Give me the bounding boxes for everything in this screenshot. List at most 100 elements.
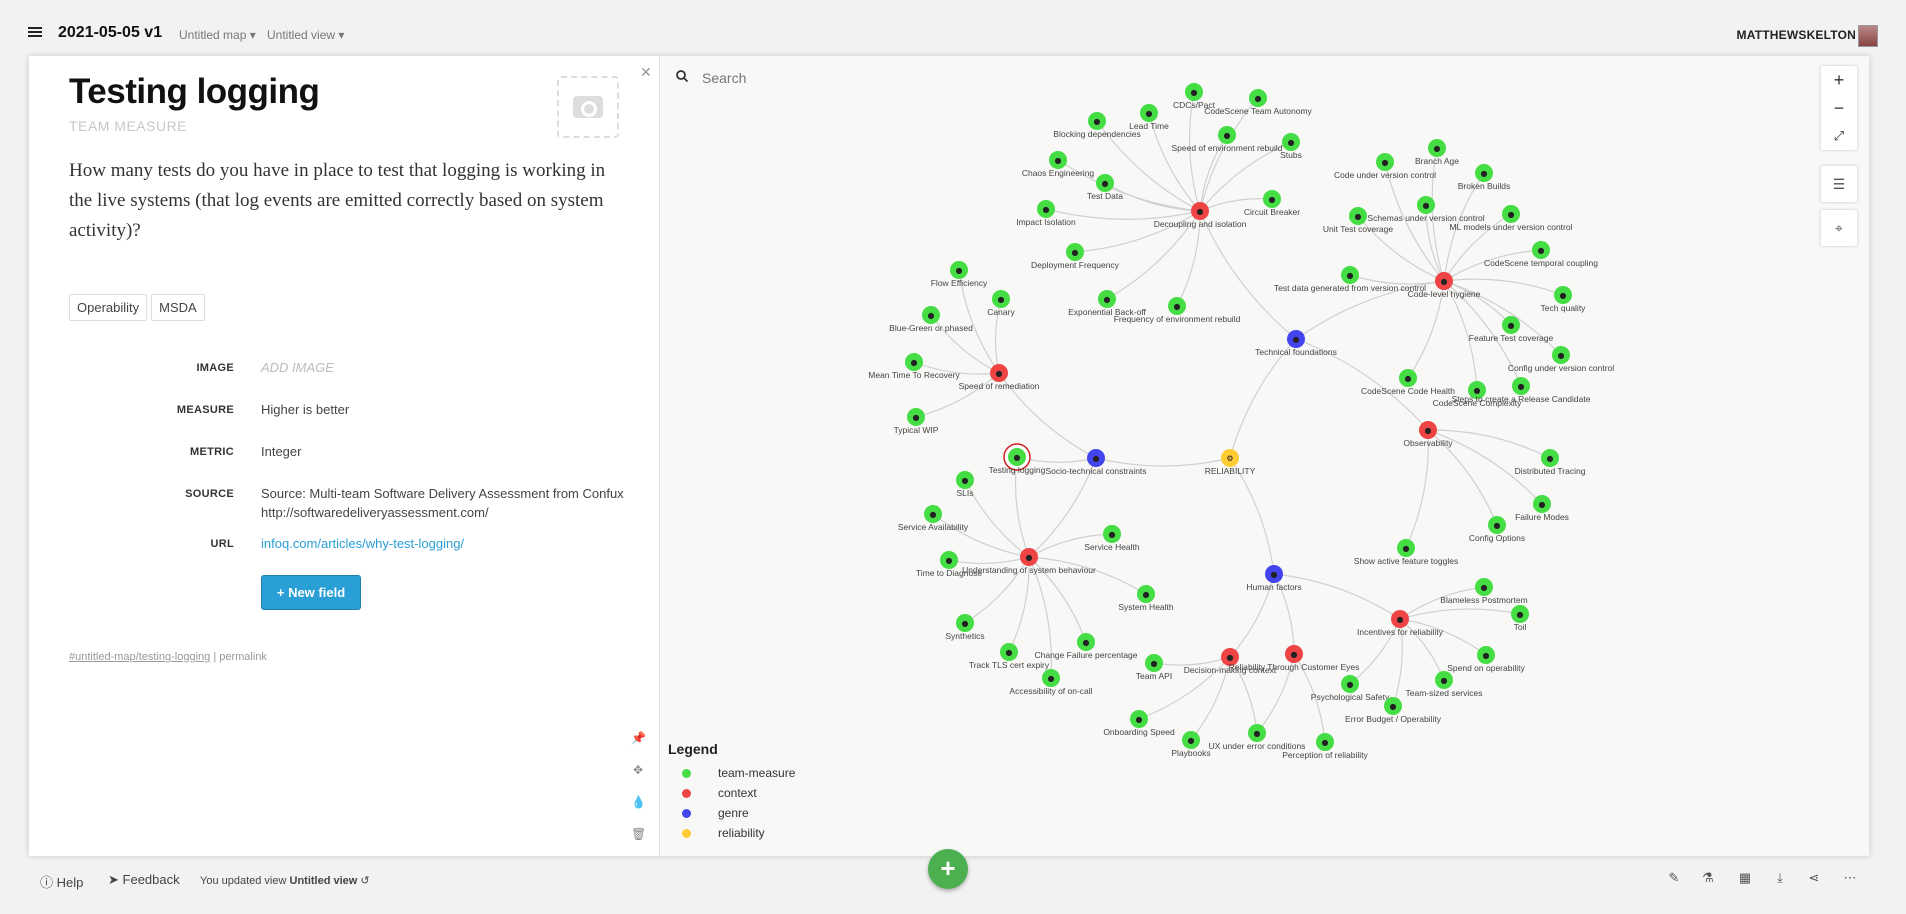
graph-node[interactable]: ● Onboarding Speed [1103,710,1175,737]
status-view[interactable]: Untitled view [290,875,358,887]
graph-edge[interactable] [1273,573,1401,620]
username[interactable]: MATTHEWSKELTON [1737,28,1856,42]
graph-node[interactable]: ● Test data generated from version contro… [1274,266,1426,293]
graph-edge[interactable] [1443,280,1512,326]
graph-node[interactable]: ● Testing logging [989,443,1046,475]
graph-node[interactable]: ●Lead Time [1129,104,1169,131]
share-icon[interactable]: ⋖ [1806,870,1822,886]
more-icon[interactable]: ⋯ [1842,870,1858,886]
menu-icon[interactable] [28,27,42,37]
graph-edge[interactable] [1153,656,1231,666]
view-dropdown[interactable]: Untitled view ▾ [267,28,344,42]
url-field-value[interactable]: infoq.com/articles/why-test-logging/ [261,534,641,553]
graph-node[interactable]: ● Observability [1403,421,1453,448]
fit-icon[interactable]: ⤢ [1821,122,1857,150]
graph-node[interactable]: ● Technical foundations [1255,330,1337,357]
metric-field-value[interactable]: Integer [261,442,641,461]
graph-edge[interactable] [1399,608,1521,620]
graph-node[interactable]: ● Broken Builds [1458,164,1510,191]
graph-node[interactable]: ● Blameless Postmortem [1440,578,1528,605]
permalink-link[interactable]: permalink [219,651,267,663]
measure-field-value[interactable]: Higher is better [261,400,641,419]
graph-node[interactable]: ● Branch Age [1415,139,1459,166]
graph-node[interactable]: ● Spend on operability [1447,646,1525,673]
network-graph[interactable]: ⚙ RELIABILITY ● Technical foundations ● Socio… [660,56,1869,856]
undo-icon[interactable]: ↺ [360,875,369,887]
feedback-link[interactable]: ➤ Feedback [108,872,180,888]
element-description[interactable]: How many tests do you have in place to t… [69,156,609,246]
legend-item[interactable]: reliability [668,823,795,843]
graph-node[interactable]: ● Service Availability [898,505,969,532]
zoom-in-button[interactable]: + [1821,66,1857,94]
graph-node[interactable]: ● Incentives for reliability [1357,610,1444,637]
element-hash-link[interactable]: #untitled-map/testing-logging [69,651,210,663]
tag[interactable]: MSDA [151,294,205,321]
graph-node[interactable]: ● Playbooks [1171,731,1211,758]
graph-node[interactable]: ● Test Data [1087,174,1123,201]
camera-icon[interactable] [557,76,619,138]
graph-node[interactable]: ● Team API [1136,654,1172,681]
tag[interactable]: Operability [69,294,148,321]
image-field-value[interactable]: ADD IMAGE [261,358,641,377]
graph-node[interactable]: ● Speed of remediation [959,364,1040,391]
graph-node[interactable]: ● CodeScene Team Autonomy [1204,89,1313,116]
flask-icon[interactable]: ⚗ [1700,870,1716,886]
graph-edge[interactable] [964,479,1030,558]
graph-node[interactable]: ● Team-sized services [1406,671,1483,698]
focus-icon[interactable]: ✥ [631,763,645,777]
graph-edge[interactable] [1399,618,1487,656]
new-field-button[interactable]: + New field [261,575,361,610]
trash-icon[interactable]: 🗑 [631,827,646,841]
graph-node[interactable]: ● Config under version control [1508,346,1614,373]
legend-item[interactable]: context [668,783,795,803]
graph-edge[interactable] [932,513,1030,558]
close-icon[interactable]: ✕ [640,64,652,81]
map-dropdown[interactable]: Untitled map ▾ [179,28,256,42]
graph-node[interactable]: ●UX under error conditions [1209,724,1306,751]
graph-node[interactable]: ●Exponential Back-off [1068,290,1147,317]
graph-node[interactable]: ⚙ RELIABILITY [1205,449,1256,476]
graph-node[interactable]: ● Flow Efficiency [931,261,988,288]
zoom-out-button[interactable]: − [1821,94,1857,122]
graph-node[interactable]: ● Distributed Tracing [1515,449,1586,476]
magic-wand-icon[interactable]: ✎ [1666,870,1682,886]
table-icon[interactable]: ▦ [1737,870,1753,886]
graph-node[interactable]: ● Chaos Engineering [1022,151,1095,178]
graph-node[interactable]: ● Blocking dependencies [1053,112,1141,139]
graph-edge[interactable] [948,556,1030,565]
graph-node[interactable]: ● Synthetics [945,614,985,641]
graph-node[interactable]: ● Failure Modes [1515,495,1569,522]
map-canvas[interactable]: ⚙ RELIABILITY ● Technical foundations ● Socio… [660,56,1869,856]
download-icon[interactable]: ⤓ [1772,870,1788,886]
graph-node[interactable]: ● Deployment Frequency [1031,243,1120,270]
graph-node[interactable]: ●Schemas under version control [1367,196,1485,223]
graph-node[interactable]: ●Reliability Through Customer Eyes [1229,645,1360,672]
avatar[interactable] [1858,25,1878,47]
settings-sliders-icon[interactable]: ☰ [1821,166,1857,202]
graph-node[interactable]: ● Mean Time To Recovery [868,353,960,380]
graph-node[interactable]: ● Accessibility of on-call [1009,669,1093,696]
graph-node[interactable]: ● Blue-Green or phased [889,306,973,333]
color-drop-icon[interactable]: 💧 [631,795,646,809]
graph-node[interactable]: ● Psychological Safety [1311,675,1390,702]
graph-node[interactable]: ● CodeScene temporal coupling [1484,241,1598,268]
graph-node[interactable]: ● System Health [1118,585,1174,612]
graph-node[interactable]: ● Speed of environment rebuild [1171,126,1283,153]
legend-item[interactable]: genre [668,803,795,823]
search-input[interactable] [700,64,1304,92]
graph-node[interactable]: ● SLIs [956,471,974,498]
graph-node[interactable]: ● Stubs [1280,133,1302,160]
graph-node[interactable]: ● Canary [987,290,1015,317]
graph-edge[interactable] [1095,457,1231,467]
graph-node[interactable]: ● Understanding of system behaviour [962,548,1096,575]
source-field-value[interactable]: Source: Multi-team Software Delivery Ass… [261,484,641,522]
graph-node[interactable]: ● Show active feature toggles [1354,539,1458,566]
element-title[interactable]: Testing logging [69,72,320,112]
help-link[interactable]: ⓘ Help [40,872,83,891]
graph-node[interactable]: ● Toil [1511,605,1529,632]
pin-icon[interactable]: 📌 [631,731,646,745]
legend-item[interactable]: team-measure [668,763,795,783]
graph-node[interactable]: ● Circuit Breaker [1244,190,1300,217]
center-target-icon[interactable]: ⌖ [1821,210,1857,246]
graph-node[interactable]: ● Human factors [1246,565,1302,592]
